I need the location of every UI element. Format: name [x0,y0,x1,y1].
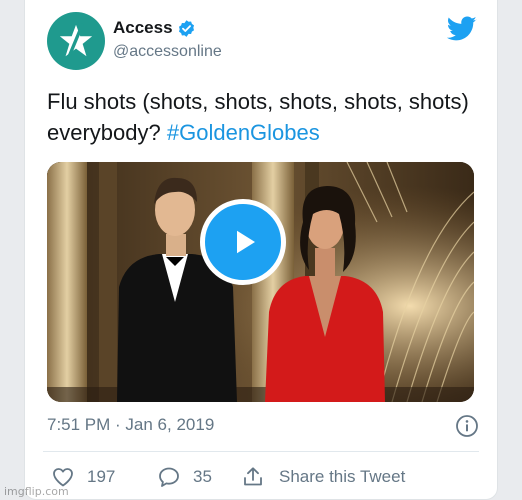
account-name[interactable]: Access [113,18,173,38]
twitter-bird-icon[interactable] [447,16,477,42]
tweet-text: Flu shots (shots, shots, shots, shots, s… [47,86,477,148]
tweet-card: Access @accessonline Flu shots (shots, s… [24,0,498,500]
divider [43,451,479,452]
imgflip-watermark: imgflip.com [4,485,69,498]
tweet-actions: 197 35 Share this Tweet [51,462,405,492]
video-thumbnail[interactable] [47,162,474,402]
access-star-logo-icon [59,23,93,59]
account-name-row[interactable]: Access [113,18,196,38]
share-button[interactable]: Share this Tweet [241,465,405,489]
video-still [47,162,474,402]
reply-bubble-icon [159,467,179,487]
reply-button[interactable]: 35 [157,465,241,489]
reply-count: 35 [193,467,212,486]
share-label: Share this Tweet [279,467,406,486]
like-count: 197 [87,467,116,486]
info-icon[interactable] [455,414,479,438]
play-button[interactable] [200,199,286,285]
hashtag-link[interactable]: #GoldenGlobes [167,120,320,145]
avatar[interactable] [47,12,105,70]
tweet-timestamp[interactable]: 7:51 PM · Jan 6, 2019 [47,415,214,435]
account-handle[interactable]: @accessonline [113,43,222,61]
play-icon [237,230,255,254]
share-icon [244,467,262,486]
verified-badge-icon [178,19,194,37]
